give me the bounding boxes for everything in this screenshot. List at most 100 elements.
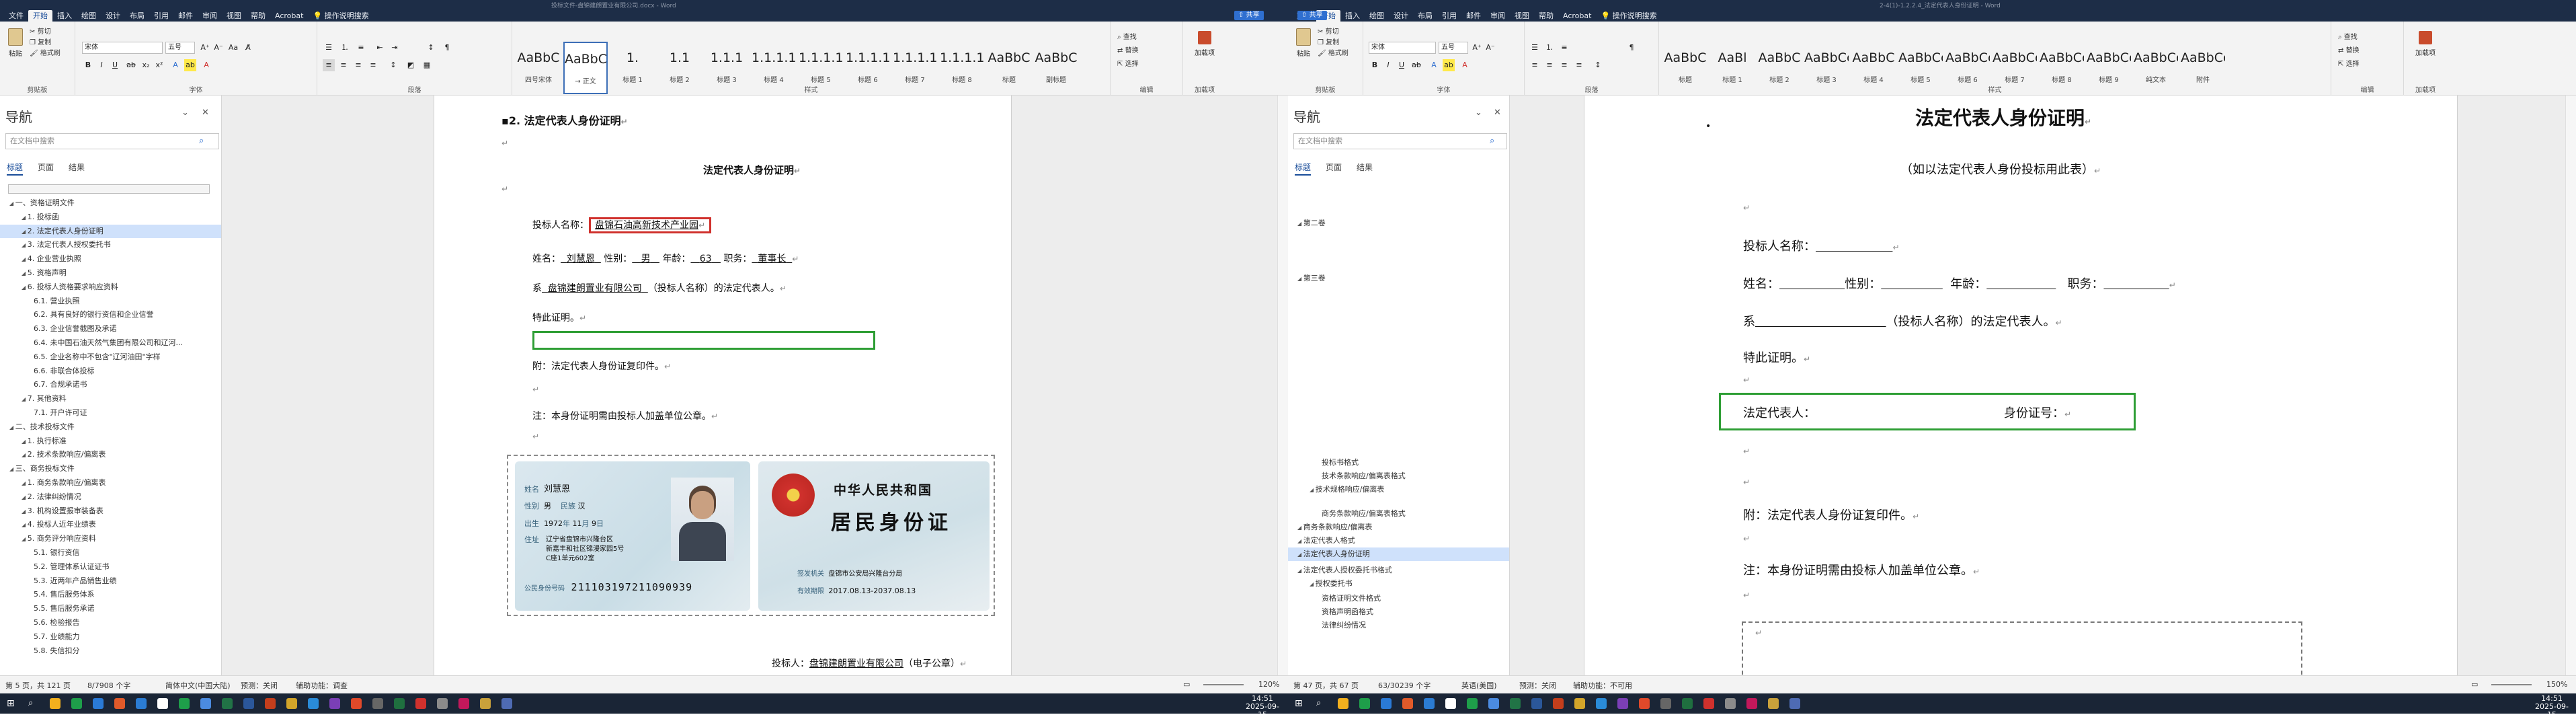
nav-heading-item[interactable]: ◢ 技术规格响应/偏离表 bbox=[1288, 483, 1509, 496]
share-button[interactable]: ⇧ 共享 bbox=[1234, 11, 1264, 20]
expand-triangle-icon[interactable]: ◢ bbox=[22, 242, 28, 248]
nav-heading-item[interactable]: 5.3. 近两年产品销售业绩 bbox=[0, 574, 221, 588]
highlight-button[interactable]: ab bbox=[1443, 59, 1455, 71]
tab-acrobat[interactable]: Acrobat bbox=[1558, 10, 1596, 22]
font-name-select[interactable]: 宋体 bbox=[1369, 42, 1436, 54]
text-effects-button[interactable]: A bbox=[1428, 59, 1440, 71]
align-right-button[interactable]: ≡ bbox=[352, 59, 364, 71]
taskbar-app-icon[interactable] bbox=[50, 698, 61, 709]
taskbar-app-icon[interactable] bbox=[1703, 698, 1714, 709]
zoom-slider[interactable] bbox=[1203, 684, 1244, 685]
superscript-button[interactable]: x² bbox=[153, 59, 165, 71]
show-marks-button[interactable]: ¶ bbox=[1625, 42, 1638, 54]
status-accessibility[interactable]: 辅助功能：不可用 bbox=[1573, 680, 1632, 691]
taskbar-app-icon[interactable] bbox=[415, 698, 426, 709]
font-color-button[interactable]: A bbox=[1459, 59, 1471, 71]
shrink-font-button[interactable]: A⁻ bbox=[1484, 42, 1496, 54]
align-left-button[interactable]: ≡ bbox=[323, 59, 335, 71]
status-zoom[interactable]: 120% bbox=[1258, 680, 1279, 689]
nav-heading-item[interactable]: 6.4. 未中国石油天然气集团有限公司和辽河... bbox=[0, 336, 221, 350]
taskbar-app-icon[interactable] bbox=[308, 698, 319, 709]
taskbar-app-icon[interactable] bbox=[351, 698, 362, 709]
addins-button[interactable]: 加载项 bbox=[1194, 31, 1215, 57]
copy-button[interactable]: ❐ 复制 bbox=[1318, 36, 1339, 46]
tab-file[interactable]: 文件 bbox=[4, 10, 28, 22]
tab-layout[interactable]: 布局 bbox=[125, 10, 149, 22]
addins-button[interactable]: 加载项 bbox=[2415, 31, 2436, 57]
status-accessibility[interactable]: 辅助功能：调查 bbox=[296, 680, 348, 691]
tab-references[interactable]: 引用 bbox=[149, 10, 173, 22]
nav-heading-item[interactable]: ◢ 法定代表人授权委托书格式 bbox=[1288, 564, 1509, 577]
format-painter-button[interactable]: 🖌 格式刷 bbox=[30, 47, 61, 57]
taskbar-app-icon[interactable] bbox=[501, 698, 512, 709]
taskbar-app-icon[interactable] bbox=[1359, 698, 1370, 709]
tab-review[interactable]: 审阅 bbox=[1486, 10, 1510, 22]
taskbar-app-icon[interactable] bbox=[222, 698, 233, 709]
tab-view[interactable]: 视图 bbox=[222, 10, 246, 22]
share-button[interactable]: ⇧ 共享 bbox=[1297, 11, 1327, 20]
nav-heading-item[interactable]: ◢ 二、技术投标文件 bbox=[0, 420, 221, 434]
status-language[interactable]: 英语(美国) bbox=[1461, 680, 1497, 691]
taskbar-app-icon[interactable] bbox=[1488, 698, 1499, 709]
justify-button[interactable]: ≡ bbox=[367, 59, 379, 71]
taskbar-app-icon[interactable] bbox=[1768, 698, 1779, 709]
taskbar-app-icon[interactable] bbox=[372, 698, 383, 709]
nav-heading-item[interactable]: ◢ 1. 投标函 bbox=[0, 211, 221, 224]
nav-heading-item[interactable]: 法律纠纷情况 bbox=[1288, 619, 1509, 632]
status-language[interactable]: 简体中文(中国大陆) bbox=[165, 680, 231, 691]
nav-heading-item[interactable]: ◢ 1. 商务条款响应/偏离表 bbox=[0, 476, 221, 490]
find-button[interactable]: ⌕ 查找 bbox=[2338, 31, 2358, 41]
expand-triangle-icon[interactable]: ◢ bbox=[22, 215, 28, 221]
tell-me-search[interactable]: 💡 操作说明搜索 bbox=[1596, 10, 1661, 22]
font-size-select[interactable]: 五号 bbox=[1439, 42, 1468, 54]
taskbar-app-icon[interactable] bbox=[136, 698, 147, 709]
nav-heading-item[interactable]: 5.8. 失信扣分 bbox=[0, 644, 221, 658]
expand-triangle-icon[interactable]: ◢ bbox=[1297, 552, 1303, 558]
nav-heading-item[interactable]: ◢ 2. 法定代表人身份证明 bbox=[0, 224, 221, 238]
zoom-slider[interactable] bbox=[2491, 684, 2532, 685]
nav-heading-item[interactable]: ◢ 5. 资格声明 bbox=[0, 266, 221, 280]
search-icon[interactable]: ⌕ bbox=[1316, 698, 1327, 709]
nav-heading-item[interactable]: ◢ 一、资格证明文件 bbox=[0, 196, 221, 210]
taskbar-app-icon[interactable] bbox=[458, 698, 469, 709]
taskbar-app-icon[interactable] bbox=[1660, 698, 1671, 709]
expand-triangle-icon[interactable]: ◢ bbox=[1297, 221, 1303, 227]
multilevel-list-button[interactable]: ≡ bbox=[1558, 42, 1570, 54]
nav-tab-headings[interactable]: 标题 bbox=[7, 161, 24, 176]
focus-icon[interactable]: ▭ bbox=[1183, 680, 1190, 689]
expand-triangle-icon[interactable]: ◢ bbox=[22, 508, 28, 515]
taskbar-app-icon[interactable] bbox=[1381, 698, 1392, 709]
expand-triangle-icon[interactable]: ◢ bbox=[22, 452, 28, 458]
cut-button[interactable]: ✂ 剪切 bbox=[30, 26, 51, 36]
tab-view[interactable]: 视图 bbox=[1510, 10, 1534, 22]
italic-button[interactable]: I bbox=[95, 59, 108, 71]
expand-triangle-icon[interactable]: ◢ bbox=[1297, 538, 1303, 544]
tab-layout[interactable]: 布局 bbox=[1413, 10, 1437, 22]
expand-triangle-icon[interactable]: ◢ bbox=[22, 270, 28, 276]
nav-heading-item[interactable]: 6.3. 企业信誉截图及承诺 bbox=[0, 322, 221, 336]
borders-button[interactable]: ▦ bbox=[421, 59, 433, 71]
nav-heading-item[interactable]: ◢ 2. 法律纠纷情况 bbox=[0, 490, 221, 504]
focus-icon[interactable]: ▭ bbox=[2471, 680, 2478, 689]
nav-search-input[interactable]: 在文档中搜索 bbox=[5, 133, 219, 149]
expand-triangle-icon[interactable]: ◢ bbox=[1297, 525, 1303, 531]
nav-search-input[interactable]: 在文档中搜索 bbox=[1293, 133, 1507, 149]
strikethrough-button[interactable]: ab bbox=[125, 59, 137, 71]
expand-triangle-icon[interactable]: ◢ bbox=[22, 285, 28, 291]
taskbar-app-icon[interactable] bbox=[1596, 698, 1607, 709]
status-zoom[interactable]: 150% bbox=[2546, 680, 2567, 689]
expand-triangle-icon[interactable]: ◢ bbox=[22, 522, 28, 528]
nav-tab-pages[interactable]: 页面 bbox=[1326, 161, 1342, 176]
highlight-green-box[interactable] bbox=[532, 331, 875, 350]
align-center-button[interactable]: ≡ bbox=[337, 59, 350, 71]
taskbar-clock-left[interactable]: 14:51 2025-09-15 bbox=[1242, 695, 1283, 719]
search-icon[interactable]: ⌕ bbox=[199, 136, 204, 146]
nav-heading-item[interactable]: ◢ 3. 机构设置报审装备表 bbox=[0, 504, 221, 518]
taskbar-app-icon[interactable] bbox=[480, 698, 491, 709]
taskbar-app-icon[interactable] bbox=[1467, 698, 1478, 709]
justify-button[interactable]: ≡ bbox=[1573, 59, 1585, 71]
nav-heading-item[interactable]: ◢ 商务条款响应/偏离表 bbox=[1288, 521, 1509, 534]
numbering-button[interactable]: ⒈ bbox=[339, 42, 351, 54]
text-effects-button[interactable]: A bbox=[169, 59, 182, 71]
bullets-button[interactable]: ☰ bbox=[1529, 42, 1541, 54]
